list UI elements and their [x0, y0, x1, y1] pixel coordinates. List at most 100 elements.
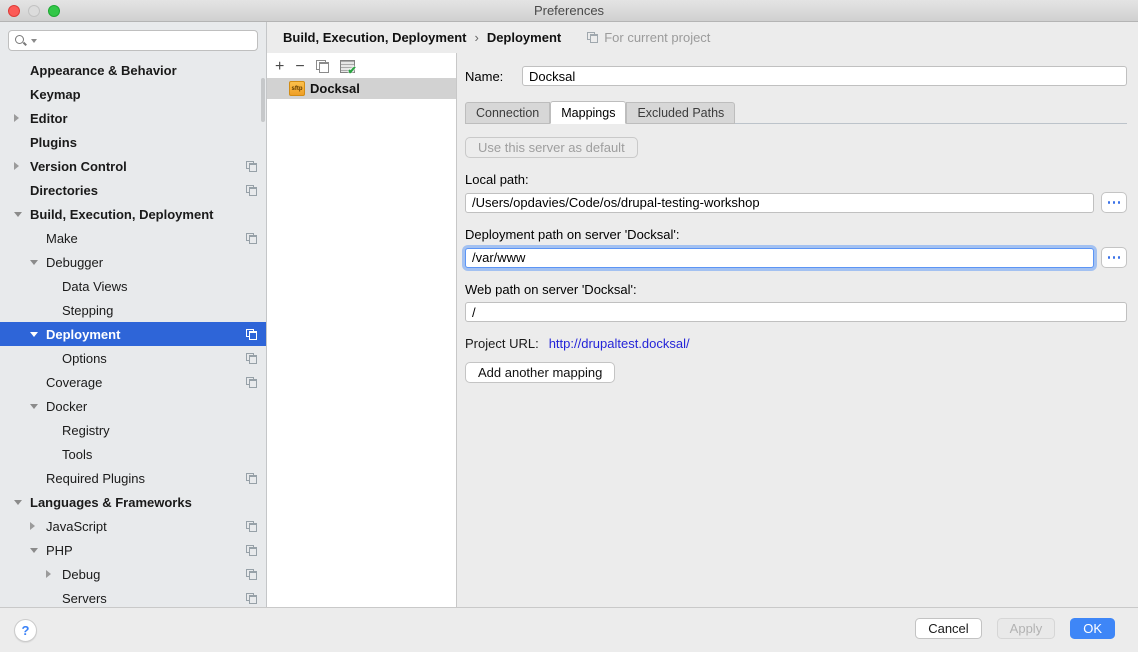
tab-connection[interactable]: Connection [465, 102, 550, 124]
sidebar-item-make[interactable]: Make [0, 226, 266, 250]
copy-server-button[interactable] [316, 60, 329, 73]
server-tabs: Connection Mappings Excluded Paths [465, 101, 1127, 124]
help-button[interactable]: ? [14, 619, 37, 642]
project-url-link[interactable]: http://drupaltest.docksal/ [549, 336, 690, 351]
tree-indent [0, 190, 14, 191]
sidebar-item-registry[interactable]: Registry [0, 418, 266, 442]
sidebar-item-keymap[interactable]: Keymap [0, 82, 266, 106]
sidebar-item-version-control[interactable]: Version Control [0, 154, 266, 178]
title-bar[interactable]: Preferences [0, 0, 1138, 22]
footer-buttons: Cancel Apply OK [915, 618, 1115, 639]
add-server-button[interactable]: + [275, 60, 284, 74]
deployment-path-browse-button[interactable] [1101, 247, 1127, 268]
tree-indent [0, 118, 14, 119]
tree-down-arrow-icon[interactable] [30, 332, 46, 337]
minimize-window-button[interactable] [28, 5, 40, 17]
sidebar-item-debug[interactable]: Debug [0, 562, 266, 586]
server-label: Docksal [310, 81, 360, 96]
tree-right-arrow-icon[interactable] [30, 522, 46, 530]
sidebar-item-servers[interactable]: Servers [0, 586, 266, 607]
tree-indent [0, 334, 30, 335]
sidebar-item-tools[interactable]: Tools [0, 442, 266, 466]
tree-down-arrow-icon[interactable] [14, 500, 30, 505]
sidebar-item-label: Docker [46, 399, 87, 414]
web-path-row [465, 302, 1127, 322]
name-input[interactable] [522, 66, 1127, 86]
sidebar-item-stepping[interactable]: Stepping [0, 298, 266, 322]
tree-indent [0, 478, 30, 479]
tree-right-arrow-icon[interactable] [14, 114, 30, 122]
project-url-row: Project URL: http://drupaltest.docksal/ [465, 336, 1127, 351]
tree-indent [0, 550, 30, 551]
sidebar-item-debugger[interactable]: Debugger [0, 250, 266, 274]
apply-button[interactable]: Apply [997, 618, 1056, 639]
per-project-icon [246, 521, 257, 532]
search-input[interactable] [8, 30, 258, 51]
sidebar-item-required-plugins[interactable]: Required Plugins [0, 466, 266, 490]
local-path-input[interactable] [465, 193, 1094, 213]
sidebar-item-build-execution-deployment[interactable]: Build, Execution, Deployment [0, 202, 266, 226]
tree-down-arrow-icon[interactable] [30, 548, 46, 553]
sidebar-item-label: Editor [30, 111, 68, 126]
use-as-default-button[interactable]: ✔ [340, 60, 354, 73]
sidebar-item-deployment[interactable]: Deployment [0, 322, 266, 346]
tree-down-arrow-icon[interactable] [30, 260, 46, 265]
scope-indicator: For current project [587, 30, 710, 45]
deployment-path-row [465, 247, 1127, 268]
cancel-button[interactable]: Cancel [915, 618, 981, 639]
settings-tree: Appearance & BehaviorKeymap Editor Plugins… [0, 58, 266, 607]
breadcrumb-category[interactable]: Build, Execution, Deployment [283, 30, 466, 45]
tree-down-arrow-icon[interactable] [14, 212, 30, 217]
sidebar-item-php[interactable]: PHP [0, 538, 266, 562]
web-path-label: Web path on server 'Docksal': [465, 282, 1127, 297]
sidebar-item-languages-frameworks[interactable]: Languages & Frameworks [0, 490, 266, 514]
ok-button[interactable]: OK [1070, 618, 1115, 639]
tree-indent [0, 502, 14, 503]
tree-indent [0, 598, 46, 599]
sidebar-item-directories[interactable]: Directories [0, 178, 266, 202]
use-server-default-button[interactable]: Use this server as default [465, 137, 638, 158]
breadcrumb: Build, Execution, Deployment › Deploymen… [267, 22, 1138, 53]
per-project-icon [246, 377, 257, 388]
ellipsis-icon [1108, 201, 1111, 204]
deployment-path-input[interactable] [465, 248, 1094, 268]
sidebar-item-label: Version Control [30, 159, 127, 174]
sidebar-item-appearance-behavior[interactable]: Appearance & Behavior [0, 58, 266, 82]
tree-indent [0, 166, 14, 167]
sidebar-item-javascript[interactable]: JavaScript [0, 514, 266, 538]
tree-right-arrow-icon[interactable] [14, 162, 30, 170]
deployment-path-label: Deployment path on server 'Docksal': [465, 227, 1127, 242]
traffic-lights [8, 5, 60, 17]
sidebar-item-options[interactable]: Options [0, 346, 266, 370]
settings-sidebar: Appearance & BehaviorKeymap Editor Plugins… [0, 22, 267, 607]
sidebar-item-plugins[interactable]: Plugins [0, 130, 266, 154]
sidebar-scrollbar[interactable] [261, 78, 265, 122]
servers-toolbar: + − ✔ [267, 53, 456, 78]
tree-indent [0, 454, 46, 455]
sidebar-item-editor[interactable]: Editor [0, 106, 266, 130]
sidebar-item-label: Directories [30, 183, 98, 198]
remove-server-button[interactable]: − [295, 60, 304, 74]
local-path-browse-button[interactable] [1101, 192, 1127, 213]
tab-excluded-paths[interactable]: Excluded Paths [626, 102, 735, 124]
sidebar-item-label: Debugger [46, 255, 103, 270]
per-project-icon [246, 545, 257, 556]
add-another-mapping-button[interactable]: Add another mapping [465, 362, 615, 383]
sidebar-item-coverage[interactable]: Coverage [0, 370, 266, 394]
per-project-icon [246, 329, 257, 340]
per-project-icon [246, 233, 257, 244]
server-list-item-docksal[interactable]: sftpDocksal [267, 78, 456, 99]
tree-right-arrow-icon[interactable] [46, 570, 62, 578]
web-path-input[interactable] [465, 302, 1127, 322]
zoom-window-button[interactable] [48, 5, 60, 17]
tree-down-arrow-icon[interactable] [30, 404, 46, 409]
close-window-button[interactable] [8, 5, 20, 17]
sidebar-item-docker[interactable]: Docker [0, 394, 266, 418]
tree-indent [0, 406, 30, 407]
sidebar-item-data-views[interactable]: Data Views [0, 274, 266, 298]
sidebar-item-label: JavaScript [46, 519, 107, 534]
per-project-icon [246, 353, 257, 364]
tree-indent [0, 214, 14, 215]
tab-mappings[interactable]: Mappings [550, 101, 626, 124]
search-options-chevron-icon[interactable] [31, 39, 37, 43]
